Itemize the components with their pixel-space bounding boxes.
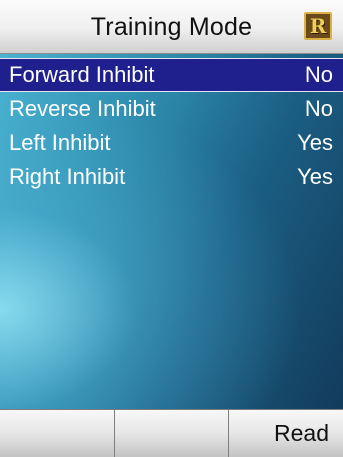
list-item-value: No (304, 96, 333, 121)
read-button[interactable]: Read (229, 410, 343, 457)
list-item-label: Forward Inhibit (9, 62, 155, 87)
list-item-value: Yes (297, 130, 333, 155)
r-logo-icon: R (304, 12, 332, 40)
read-button-label: Read (274, 420, 330, 446)
softkey-left[interactable] (0, 410, 115, 457)
list-item-label: Reverse Inhibit (9, 96, 156, 121)
list-item-label: Left Inhibit (9, 130, 111, 155)
list-item-forward-inhibit[interactable]: Forward Inhibit No (0, 58, 343, 92)
list-item-right-inhibit[interactable]: Right Inhibit Yes (0, 160, 343, 194)
settings-list: Forward Inhibit No Reverse Inhibit No Le… (0, 54, 343, 409)
list-item-reverse-inhibit[interactable]: Reverse Inhibit No (0, 92, 343, 126)
list-item-left-inhibit[interactable]: Left Inhibit Yes (0, 126, 343, 160)
page-title: Training Mode (90, 13, 253, 41)
list-item-value: Yes (297, 164, 333, 189)
list-item-value: No (304, 62, 333, 87)
softkey-bar: Read (0, 409, 343, 457)
list-item-label: Right Inhibit (9, 164, 126, 189)
softkey-middle[interactable] (114, 410, 230, 457)
device-screen: Training Mode R Forward Inhibit No Rever… (0, 0, 343, 457)
title-bar: Training Mode R (0, 0, 343, 54)
